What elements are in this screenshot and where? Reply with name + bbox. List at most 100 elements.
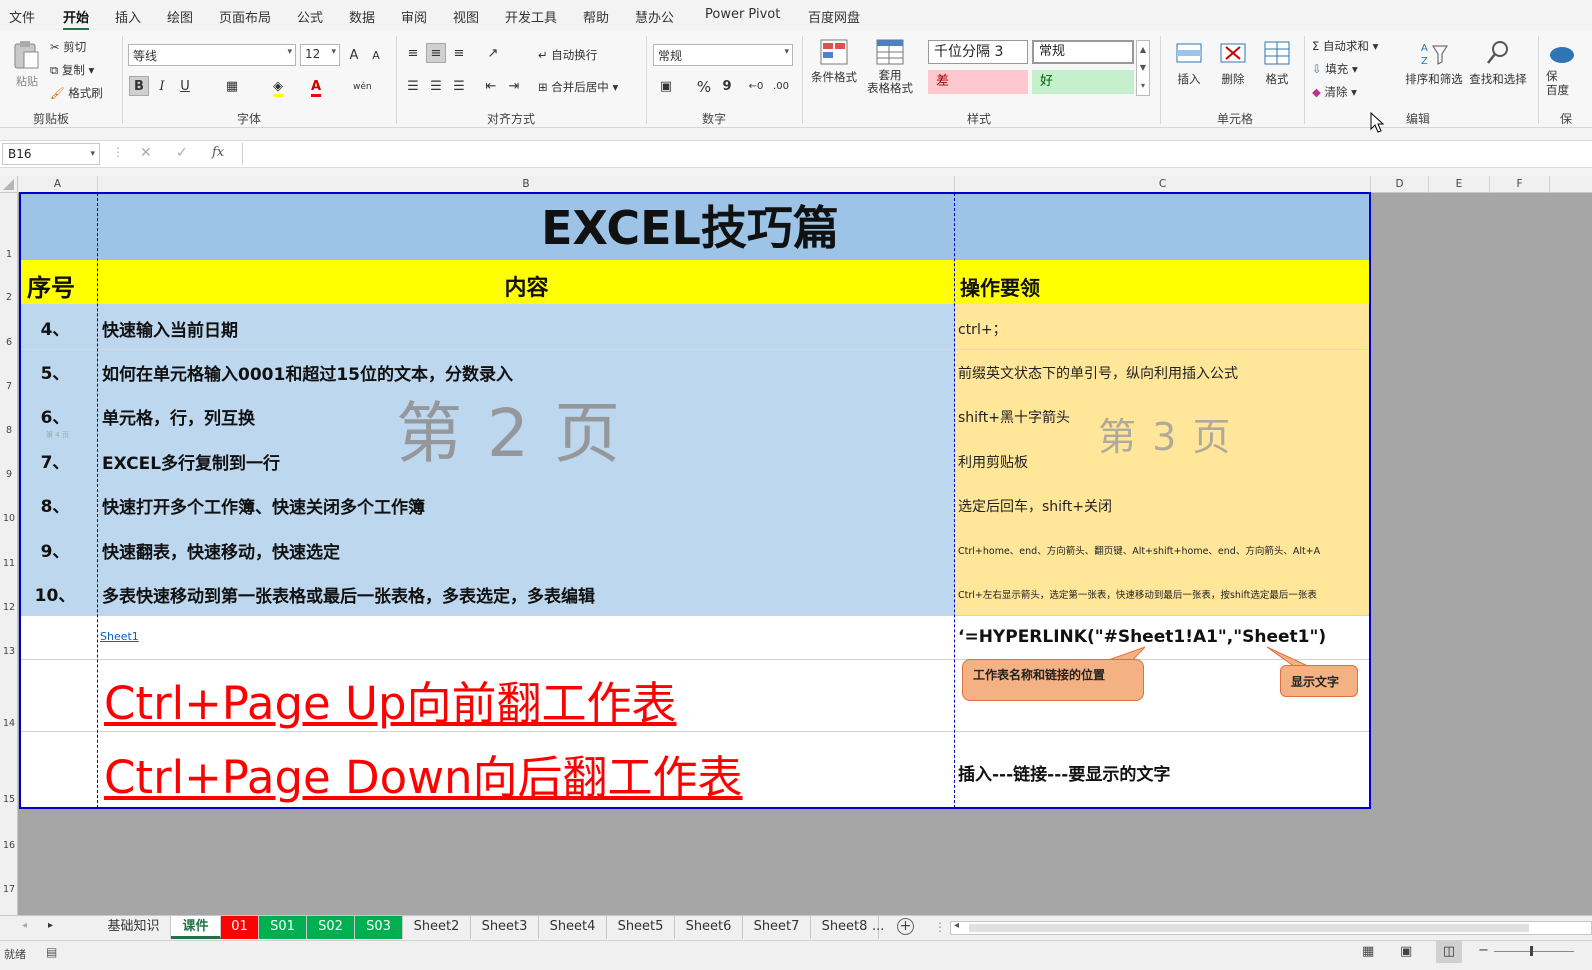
item-content[interactable]: 快速翻表，快速移动，快速选定: [102, 538, 952, 563]
zoom-slider-thumb[interactable]: [1530, 946, 1533, 956]
find-select-button[interactable]: 查找和选择: [1467, 38, 1529, 87]
autosum-button[interactable]: Σ 自动求和 ▾: [1312, 38, 1378, 54]
item-number[interactable]: 8、: [20, 492, 90, 517]
merge-center-button[interactable]: ⊞ 合并后居中 ▾: [538, 79, 618, 95]
clear-button[interactable]: ◆ 清除 ▾: [1312, 84, 1357, 100]
increase-indent-button[interactable]: ⇥: [504, 76, 524, 96]
column-header-b[interactable]: B: [98, 176, 955, 193]
baidu-save-button[interactable]: 保百度: [1546, 38, 1592, 97]
orientation-button[interactable]: ↗: [483, 43, 503, 63]
sheet-tab[interactable]: Sheet5: [607, 916, 675, 939]
column-header-d[interactable]: D: [1371, 176, 1429, 193]
sheet-tab[interactable]: Sheet7: [743, 916, 811, 939]
italic-button[interactable]: I: [152, 76, 172, 96]
sheet-tab[interactable]: 01: [221, 916, 259, 939]
header-key[interactable]: 操作要领: [960, 272, 1160, 301]
item-number[interactable]: 10、: [20, 581, 90, 606]
row-header-17[interactable]: 17: [0, 884, 18, 895]
row-header-8[interactable]: 8: [0, 425, 18, 436]
tab-developer[interactable]: 开发工具: [505, 7, 557, 26]
tab-formulas[interactable]: 公式: [297, 7, 323, 26]
item-number[interactable]: 4、: [20, 315, 90, 340]
style-thousands[interactable]: 千位分隔 3: [928, 40, 1028, 64]
borders-button[interactable]: ▦: [222, 76, 242, 96]
fill-button[interactable]: ⇩ 填充 ▾: [1312, 61, 1358, 77]
row-header-16[interactable]: 16: [0, 840, 18, 851]
column-header-c[interactable]: C: [955, 176, 1371, 193]
insert-cells-button[interactable]: 插入: [1168, 38, 1210, 87]
cut-button[interactable]: ✂ 剪切: [50, 39, 86, 55]
tab-page-layout[interactable]: 页面布局: [219, 7, 271, 26]
font-name-select[interactable]: 等线 ▾: [128, 44, 296, 66]
style-bad[interactable]: 差: [928, 70, 1028, 94]
style-normal[interactable]: 常规: [1032, 40, 1134, 64]
ctrl-page-down-tip[interactable]: Ctrl+Page Down向后翻工作表: [104, 741, 743, 806]
font-size-select[interactable]: 12 ▾: [300, 44, 340, 66]
conditional-formatting-button[interactable]: 条件格式: [808, 38, 860, 104]
styles-gallery-scroll[interactable]: ▲ ▼ ▾: [1136, 40, 1150, 96]
grow-font-button[interactable]: A: [344, 45, 364, 65]
next-sheet-icon[interactable]: ▸: [48, 920, 53, 931]
add-sheet-icon[interactable]: +: [897, 918, 914, 935]
tab-review[interactable]: 审阅: [401, 7, 427, 26]
align-right-button[interactable]: ☰: [449, 76, 469, 96]
copy-button[interactable]: ⧉ 复制 ▾: [50, 62, 94, 78]
horizontal-scrollbar[interactable]: ◂: [950, 920, 1592, 935]
paste-button[interactable]: 粘贴: [10, 40, 44, 104]
delete-cells-button[interactable]: 删除: [1212, 38, 1254, 87]
bold-button[interactable]: B: [129, 76, 149, 96]
row-header-1[interactable]: 1: [0, 249, 18, 260]
percent-button[interactable]: %: [694, 76, 714, 96]
sheet-tab[interactable]: Sheet2: [403, 916, 471, 939]
format-cells-button[interactable]: 格式: [1256, 38, 1298, 87]
item-key-point[interactable]: Ctrl+左右显示箭头，选定第一张表，快速移动到最后一张表，按shift选定最后…: [958, 587, 1366, 601]
row-header-13[interactable]: 13: [0, 646, 18, 657]
name-box[interactable]: B16 ▾: [2, 143, 100, 165]
accessibility-icon[interactable]: ▤: [46, 945, 57, 959]
decrease-decimal-button[interactable]: .00: [771, 76, 791, 96]
row-header-15[interactable]: 15: [0, 794, 18, 805]
header-no[interactable]: 序号: [20, 268, 82, 303]
item-key-point[interactable]: 选定后回车，shift+关闭: [958, 496, 1366, 516]
row-header-6[interactable]: 6: [0, 337, 18, 348]
item-content[interactable]: 多表快速移动到第一张表格或最后一张表格，多表选定，多表编辑: [102, 582, 952, 607]
row-header-2[interactable]: 2: [0, 292, 18, 303]
tab-huibangong[interactable]: 慧办公: [635, 7, 674, 26]
hyperlink-formula-text[interactable]: ‘=HYPERLINK("#Sheet1!A1","Sheet1"): [958, 627, 1326, 647]
fill-color-button[interactable]: ◈: [268, 76, 288, 97]
row-header-7[interactable]: 7: [0, 381, 18, 392]
shrink-font-button[interactable]: A: [366, 45, 386, 65]
sheet-tab[interactable]: 基础知识: [97, 916, 171, 939]
normal-view-icon[interactable]: ▦: [1362, 944, 1374, 959]
item-key-point[interactable]: 前缀英文状态下的单引号，纵向利用插入公式: [958, 363, 1366, 383]
scroll-left-icon[interactable]: ◂: [954, 920, 959, 931]
row-header-14[interactable]: 14: [0, 718, 18, 729]
sheet-tab[interactable]: Sheet6: [675, 916, 743, 939]
tab-help[interactable]: 帮助: [583, 7, 609, 26]
tab-data[interactable]: 数据: [349, 7, 375, 26]
column-header-f[interactable]: F: [1490, 176, 1550, 193]
scrollbar-thumb[interactable]: [969, 924, 1529, 932]
header-content[interactable]: 内容: [98, 270, 955, 302]
page-break-view-icon[interactable]: ◫: [1436, 941, 1462, 963]
more-sheets-button[interactable]: ...: [872, 919, 884, 934]
zoom-out-icon[interactable]: −: [1478, 943, 1489, 958]
sheet-tab[interactable]: 课件: [171, 916, 221, 939]
page-layout-view-icon[interactable]: ▣: [1400, 944, 1412, 959]
item-content[interactable]: 快速输入当前日期: [102, 316, 952, 341]
sheet-tab[interactable]: Sheet3: [471, 916, 539, 939]
tab-view[interactable]: 视图: [453, 7, 479, 26]
sheet-tab[interactable]: Sheet8: [811, 916, 879, 939]
style-good[interactable]: 好: [1032, 70, 1134, 94]
formula-input[interactable]: [242, 143, 1592, 165]
row-header-12[interactable]: 12: [0, 602, 18, 613]
font-color-button[interactable]: A: [306, 76, 326, 97]
align-center-button[interactable]: ☰: [426, 76, 446, 96]
align-middle-button[interactable]: ≡: [426, 43, 446, 63]
format-as-table-button[interactable]: 套用 表格格式: [862, 38, 918, 110]
prev-sheet-icon[interactable]: ◂: [22, 920, 27, 931]
tab-home[interactable]: 开始: [63, 7, 90, 31]
sheet1-hyperlink[interactable]: Sheet1: [100, 630, 139, 643]
tab-splitter-icon[interactable]: ⋮: [934, 920, 946, 934]
increase-decimal-button[interactable]: ←0: [746, 76, 766, 96]
